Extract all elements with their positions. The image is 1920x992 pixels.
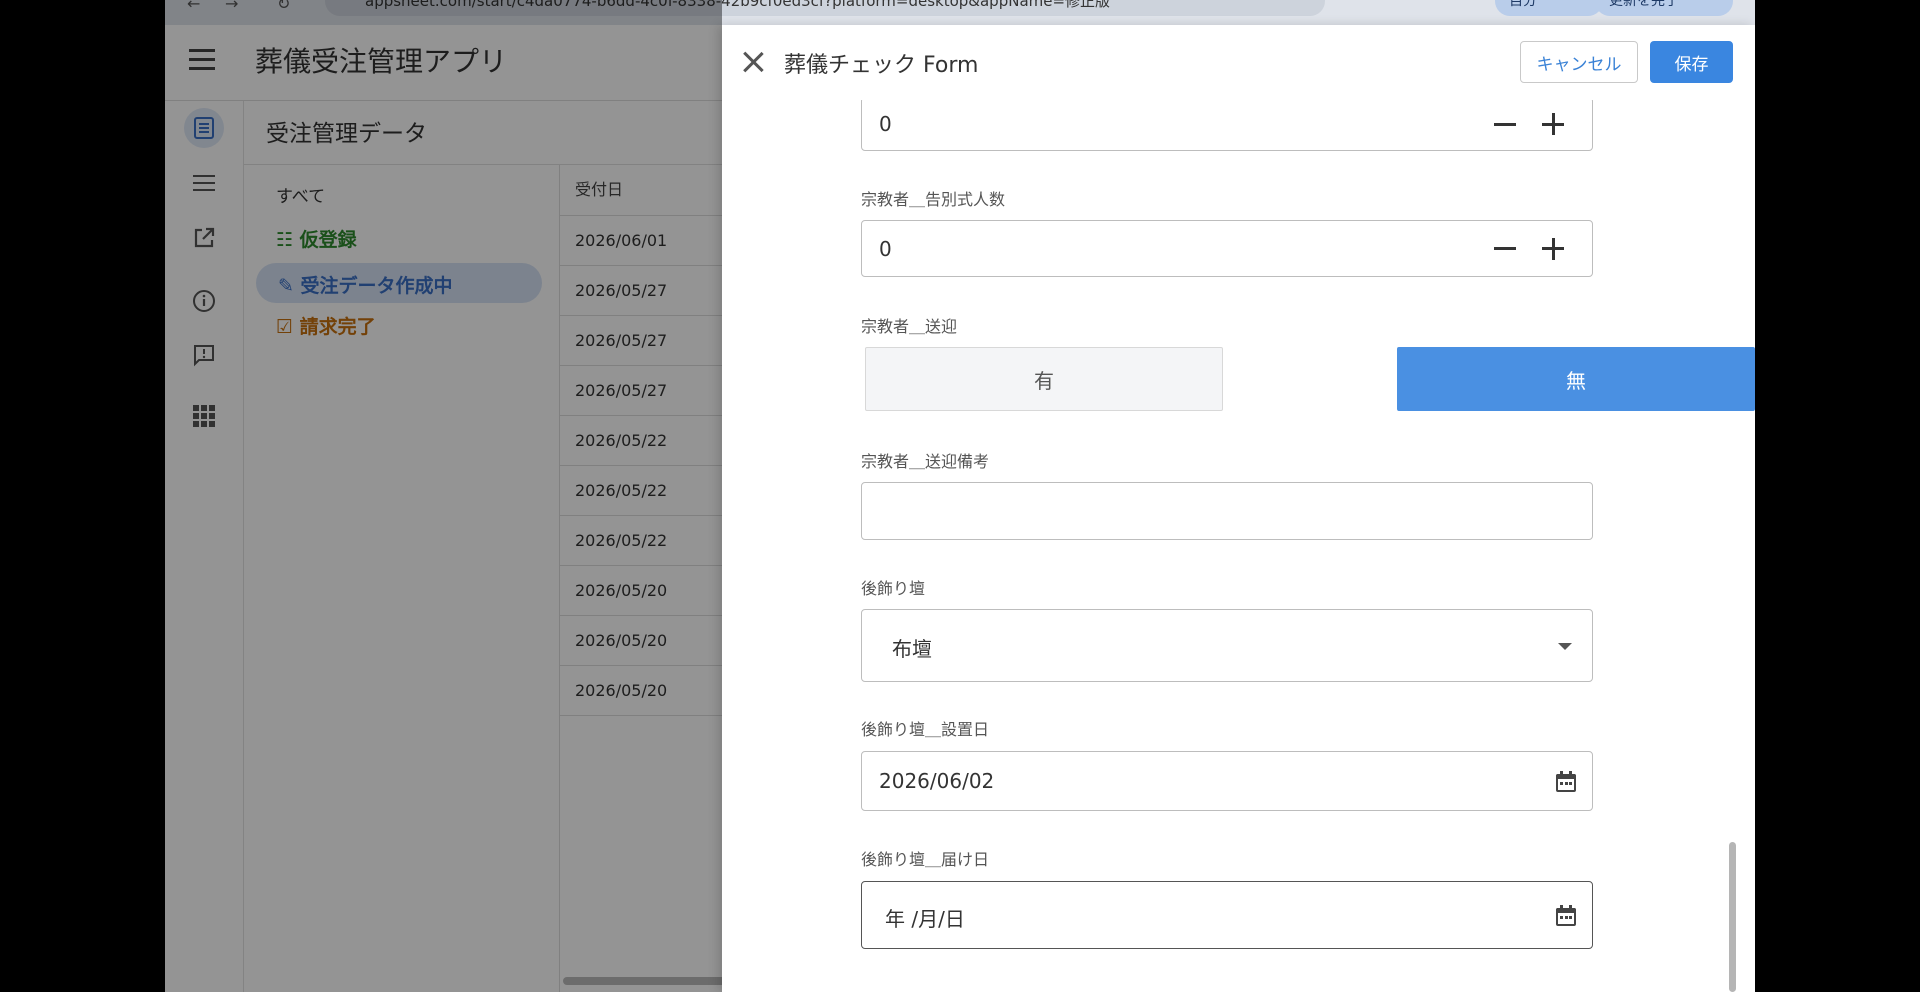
calendar-icon[interactable] <box>1556 771 1576 792</box>
plus-icon[interactable] <box>1542 237 1564 260</box>
transport-note-input[interactable] <box>861 482 1593 540</box>
minus-icon[interactable] <box>1494 247 1516 250</box>
close-icon[interactable] <box>740 49 766 75</box>
app-window: ← → ↻ appsheet.com/start/c4da0774-b6dd-4… <box>165 0 1755 992</box>
calendar-icon[interactable] <box>1556 905 1576 926</box>
number-stepper <box>1494 98 1564 150</box>
transport-no-option[interactable]: 無 <box>1397 347 1755 411</box>
form-title: 葬儀チェック Form <box>784 53 979 78</box>
plus-icon[interactable] <box>1542 113 1564 135</box>
form-panel: 葬儀チェック Form キャンセル 保存 0 宗教者＿告別式人数 0 宗教者＿送… <box>722 25 1755 992</box>
option-label: 無 <box>1566 368 1586 393</box>
field-label: 宗教者＿告別式人数 <box>861 190 1006 209</box>
number-input-previous[interactable]: 0 <box>861 97 1593 151</box>
altar-setup-date-input[interactable]: 2026/06/02 <box>861 751 1593 811</box>
field-label: 後飾り壇 <box>861 579 926 598</box>
date-value: 2026/06/02 <box>879 769 995 793</box>
update-button[interactable]: 更新を完了 <box>1595 0 1733 16</box>
select-value: 布壇 <box>892 637 932 661</box>
field-label: 宗教者＿送迎備考 <box>861 452 990 471</box>
profile-button[interactable]: 自分 <box>1495 0 1603 16</box>
option-label: 有 <box>1034 368 1054 393</box>
date-placeholder: 年 /月/日 <box>885 907 965 931</box>
modal-backdrop[interactable] <box>165 0 722 992</box>
number-value: 0 <box>879 112 892 136</box>
field-label: 宗教者＿送迎 <box>861 317 958 336</box>
vertical-scrollbar[interactable] <box>1729 842 1736 992</box>
farewell-count-input[interactable]: 0 <box>861 220 1593 277</box>
number-stepper <box>1494 221 1564 276</box>
save-button[interactable]: 保存 <box>1650 41 1733 83</box>
altar-select[interactable]: 布壇 <box>861 609 1593 682</box>
cancel-button[interactable]: キャンセル <box>1520 41 1638 83</box>
number-value: 0 <box>879 237 892 261</box>
transport-yes-option[interactable]: 有 <box>865 347 1223 411</box>
minus-icon[interactable] <box>1494 122 1516 126</box>
form-header: 葬儀チェック Form キャンセル 保存 <box>722 25 1755 100</box>
dropdown-caret-icon <box>1558 643 1572 650</box>
field-label: 後飾り壇＿届け日 <box>861 850 990 869</box>
altar-delivery-date-input[interactable]: 年 /月/日 <box>861 881 1593 949</box>
field-label: 後飾り壇＿設置日 <box>861 720 990 739</box>
